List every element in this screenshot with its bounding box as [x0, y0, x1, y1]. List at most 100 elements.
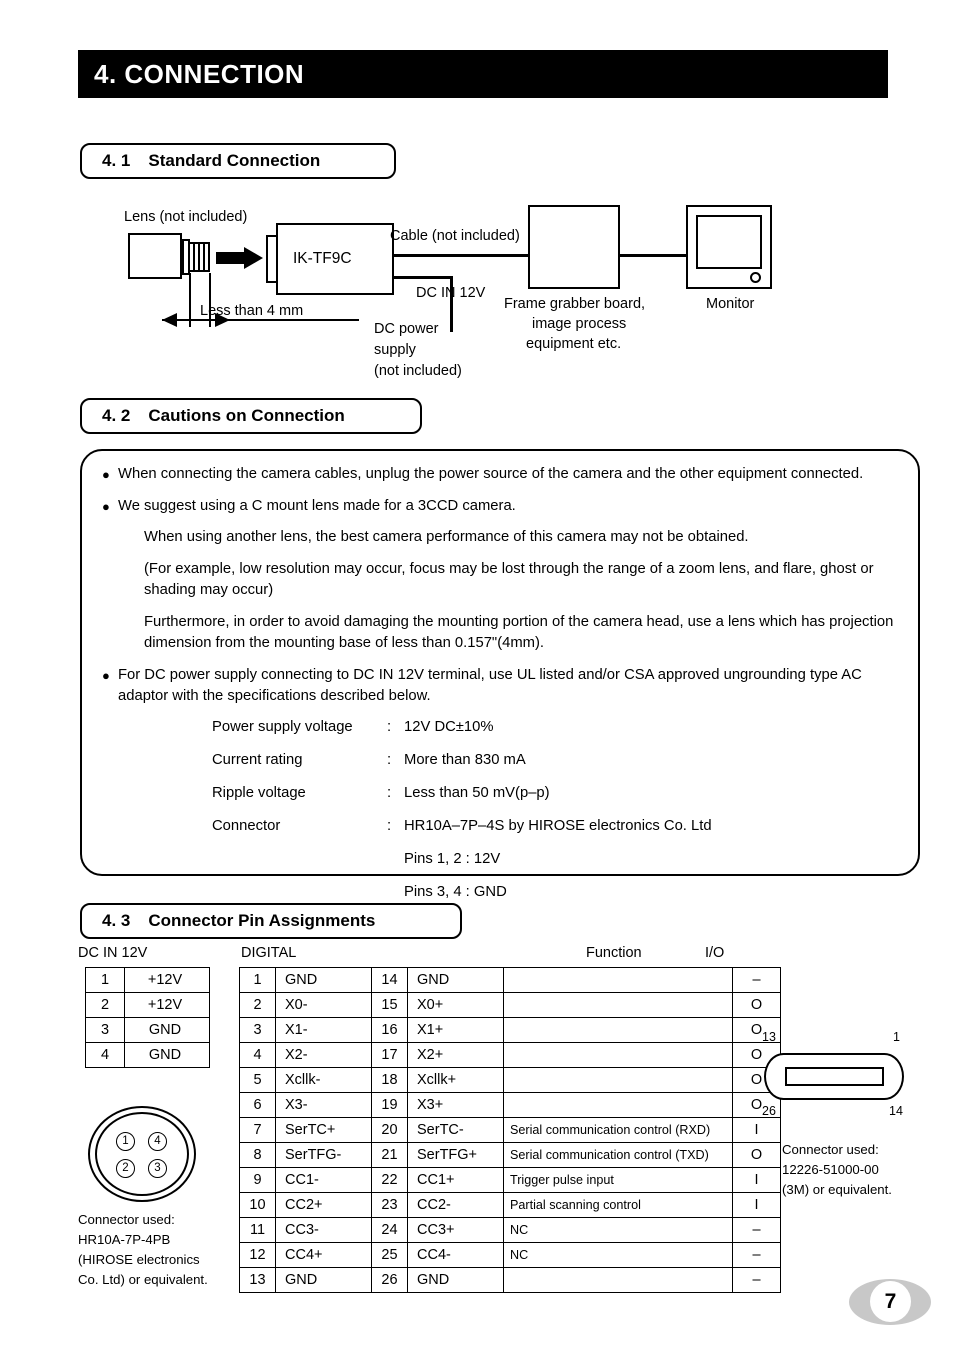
digital-sig-b: SerTFG+ [407, 1142, 504, 1168]
caution-bullet: ● For DC power supply connecting to DC I… [102, 665, 902, 708]
spec-row: Ripple voltage : Less than 50 mV(p–p) [212, 784, 712, 817]
digital-sig-a: GND [275, 967, 372, 993]
digital-sig-a: X2- [275, 1042, 372, 1068]
spec-separator: : [387, 817, 392, 834]
lens-body-shape [128, 233, 182, 279]
dc-in-pin-table: 1 +12V 2 +12V 3 GND 4 GND [85, 967, 210, 1068]
digital-sig-b: GND [407, 967, 504, 993]
dsub-corner-26: 26 [762, 1104, 776, 1118]
digital-pin-a: 2 [239, 992, 276, 1018]
dsub-corner-13: 13 [762, 1030, 776, 1044]
monitor-power-led-icon [750, 272, 761, 283]
digital-sig-b: CC1+ [407, 1167, 504, 1193]
digital-pin-b: 19 [371, 1092, 408, 1118]
camera-link-cable-line [392, 254, 530, 257]
monitor-screen-shape [696, 215, 762, 269]
digital-sig-b: X3+ [407, 1092, 504, 1118]
table-row: 12 CC4+ 25 CC4- NC – [239, 1242, 781, 1268]
spec-key: Power supply voltage [212, 718, 353, 735]
digital-pin-a: 5 [239, 1067, 276, 1093]
hirose-connector-diagram: 1 4 2 3 [88, 1106, 196, 1202]
frame-grabber-label-line1: Frame grabber board, [504, 296, 646, 312]
less-than-4mm-label: Less than 4 mm [200, 303, 304, 319]
connector-note-line: Connector used: [782, 1142, 879, 1157]
digital-pin-b: 18 [371, 1067, 408, 1093]
caution-text: We suggest using a C mount lens made for… [118, 497, 516, 514]
grabber-monitor-link-line [618, 254, 688, 257]
digital-pin-a: 3 [239, 1017, 276, 1043]
section-heading-4-1: 4. 1 Standard Connection [80, 143, 396, 179]
dsub-corner-1: 1 [893, 1030, 900, 1044]
digital-function [503, 1042, 733, 1068]
caution-subparagraph: Furthermore, in order to avoid damaging … [144, 613, 894, 652]
camera-model-label: IK-TF9C [293, 250, 352, 267]
monitor-label: Monitor [706, 296, 755, 312]
digital-pin-a: 12 [239, 1242, 276, 1268]
digital-io-header: I/O [705, 945, 725, 961]
lens-thread-line-3 [203, 243, 205, 271]
digital-function: Partial scanning control [503, 1192, 733, 1218]
digital-pin-b: 24 [371, 1217, 408, 1243]
connector-note-line: Connector used: [78, 1212, 175, 1227]
section-label-4-1: Standard Connection [148, 151, 321, 170]
connector-pin-1: 1 [116, 1132, 135, 1151]
digital-sig-a: Xcllk- [275, 1067, 372, 1093]
frame-grabber-shape [528, 205, 620, 289]
digital-pin-table: 1 GND 14 GND – 2 X0- 15 X0+ O 3 X1- 16 X… [239, 967, 781, 1293]
section-number-4-3: 4. 3 [102, 911, 131, 930]
dc-pin-number: 4 [85, 1042, 125, 1068]
digital-io: O [732, 992, 781, 1018]
camera-link-connector-note: Connector used: 12226-51000-00 (3M) or e… [782, 1140, 892, 1200]
table-row: 1 +12V [85, 967, 210, 993]
dc-pin-number: 3 [85, 1017, 125, 1043]
digital-table-caption: DIGITAL [241, 945, 297, 961]
digital-pin-b: 16 [371, 1017, 408, 1043]
section-number-4-1: 4. 1 [102, 151, 131, 170]
spec-key: Current rating [212, 751, 303, 768]
digital-pin-b: 20 [371, 1117, 408, 1143]
digital-pin-a: 11 [239, 1217, 276, 1243]
section-number-4-2: 4. 2 [102, 406, 131, 425]
digital-pin-a: 6 [239, 1092, 276, 1118]
power-spec-table: Power supply voltage : 12V DC±10% Curren… [212, 718, 712, 916]
connector-pin-3: 3 [148, 1159, 167, 1178]
digital-sig-b: CC2- [407, 1192, 504, 1218]
section-label-4-2: Cautions on Connection [148, 406, 345, 425]
cautions-list: ● When connecting the camera cables, unp… [102, 464, 902, 949]
camera-link-connector-diagram: 13 1 26 14 [755, 1030, 925, 1130]
table-row: 3 GND [85, 1017, 210, 1043]
arrow-small-right-icon [162, 313, 177, 327]
digital-pin-b: 22 [371, 1167, 408, 1193]
connector-note-line: Co. Ltd) or equivalent. [78, 1272, 208, 1287]
digital-pin-a: 8 [239, 1142, 276, 1168]
dc-power-supply-label-line2: supply [374, 342, 416, 358]
digital-sig-b: SerTC- [407, 1117, 504, 1143]
digital-sig-b: CC3+ [407, 1217, 504, 1243]
lens-label: Lens (not included) [124, 209, 248, 225]
caution-text: When connecting the camera cables, unplu… [118, 466, 864, 482]
digital-io: O [732, 1142, 781, 1168]
digital-pin-b: 25 [371, 1242, 408, 1268]
digital-sig-a: GND [275, 1267, 372, 1293]
digital-function: Serial communication control (TXD) [503, 1142, 733, 1168]
digital-function: Serial communication control (RXD) [503, 1117, 733, 1143]
table-row: 4 X2- 17 X2+ O [239, 1042, 781, 1068]
table-row: 2 +12V [85, 992, 210, 1018]
lens-thread-line-2 [198, 243, 200, 271]
spec-separator-empty [387, 850, 404, 883]
page-number: 7 [849, 1279, 931, 1325]
table-row: 5 Xcllk- 18 Xcllk+ O [239, 1067, 781, 1093]
connector-pin-2: 2 [116, 1159, 135, 1178]
spec-key-empty [212, 850, 387, 883]
manual-page: 4. CONNECTION 4. 1 Standard Connection L… [0, 0, 954, 1352]
frame-grabber-label-line2: image process [532, 316, 627, 332]
connector-note-line: 12226-51000-00 [782, 1162, 879, 1177]
digital-pin-a: 9 [239, 1167, 276, 1193]
digital-pin-a: 4 [239, 1042, 276, 1068]
caution-text: For DC power supply connecting to DC IN … [118, 666, 862, 705]
chapter-banner: 4. CONNECTION [78, 50, 888, 98]
dc-power-supply-label-line1: DC power [374, 321, 439, 337]
dsub-slot-shape [785, 1067, 884, 1086]
digital-sig-a: X0- [275, 992, 372, 1018]
table-row: 11 CC3- 24 CC3+ NC – [239, 1217, 781, 1243]
